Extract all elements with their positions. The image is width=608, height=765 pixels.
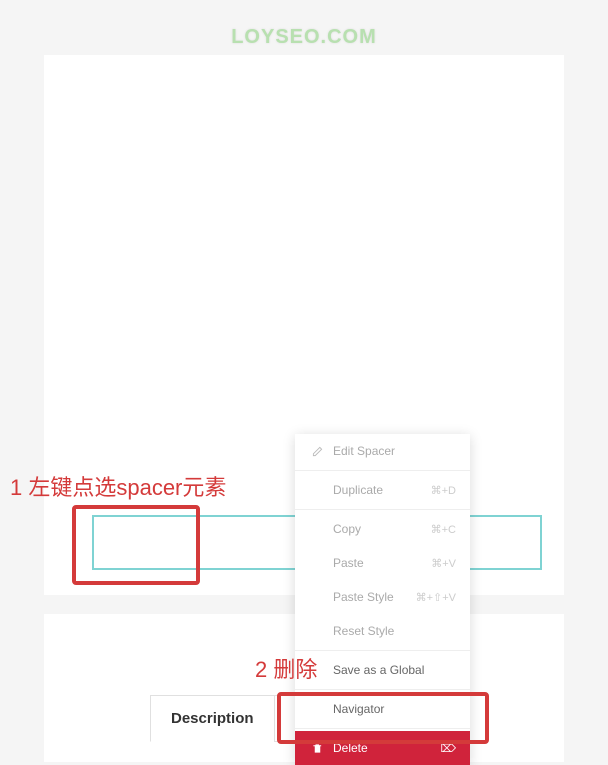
menu-edit-spacer[interactable]: Edit Spacer [295, 434, 470, 468]
menu-label: Paste Style [333, 590, 416, 604]
annotation-text-2: 2 删除 [255, 652, 317, 684]
menu-separator [295, 650, 470, 651]
menu-separator [295, 689, 470, 690]
menu-save-global[interactable]: Save as a Global [295, 653, 470, 687]
menu-paste-style[interactable]: Paste Style ⌘+⇧+V [295, 580, 470, 614]
menu-reset-style[interactable]: Reset Style [295, 614, 470, 648]
menu-shortcut: ⌘+V [431, 557, 456, 570]
menu-label: Reset Style [333, 624, 456, 638]
watermark-text: LOYSEO.COM [231, 26, 377, 49]
pencil-icon [309, 446, 325, 457]
trash-icon [309, 743, 325, 754]
menu-label: Edit Spacer [333, 444, 456, 458]
menu-label: Save as a Global [333, 663, 456, 677]
annotation-box-1 [72, 505, 200, 585]
menu-copy[interactable]: Copy ⌘+C [295, 512, 470, 546]
menu-label: Copy [333, 522, 431, 536]
menu-label: Paste [333, 556, 431, 570]
tab-description[interactable]: Description [150, 695, 275, 742]
menu-duplicate[interactable]: Duplicate ⌘+D [295, 473, 470, 507]
annotation-text-1: 1 左键点选spacer元素 [10, 470, 226, 502]
menu-shortcut: ⌘+⇧+V [416, 591, 456, 604]
annotation-box-2 [277, 692, 489, 744]
menu-shortcut: ⌘+C [431, 523, 456, 536]
menu-paste[interactable]: Paste ⌘+V [295, 546, 470, 580]
menu-separator [295, 470, 470, 471]
menu-separator [295, 509, 470, 510]
menu-label: Duplicate [333, 483, 431, 497]
menu-shortcut: ⌘+D [431, 484, 456, 497]
